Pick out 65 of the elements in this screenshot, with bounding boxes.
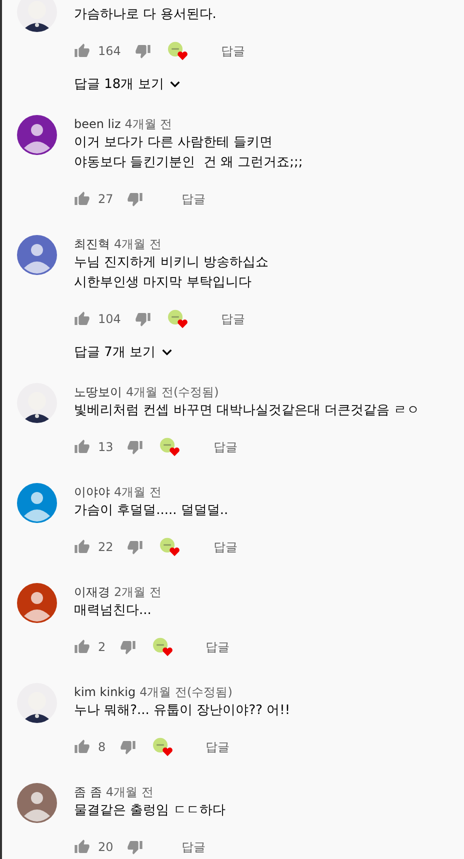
like-count: 13 — [98, 440, 114, 454]
view-replies-label: 답글 18개 보기 — [74, 76, 164, 93]
avatar[interactable] — [17, 783, 57, 823]
avatar[interactable] — [17, 235, 57, 275]
avatar[interactable] — [17, 583, 57, 623]
comment-time[interactable]: 4개월 전 — [124, 115, 172, 133]
reply-button[interactable]: 답글 — [216, 308, 249, 330]
reply-button[interactable]: 답글 — [202, 736, 234, 758]
thumbs-down-icon[interactable] — [127, 439, 144, 455]
comment-text: 빛베리처럼 컨셉 바꾸면 대박나실것같은대 더큰것같음 ㄹㅇ — [74, 402, 421, 420]
thumbs-up-icon[interactable] — [74, 739, 90, 755]
comment-text: 이거 보다가 다른 사람한테 들키면 야동보다 들킨기분인 건 왜 그런거죠;;; — [74, 134, 304, 172]
view-replies-button[interactable]: 답글 18개 보기 — [74, 71, 180, 97]
comment-text: 가슴이 후덜덜..... 덜덜덜.. — [74, 502, 230, 520]
comment-time[interactable]: 4개월 전(수정됨) — [140, 683, 232, 701]
like-count: 8 — [98, 740, 106, 754]
reply-button[interactable]: 답글 — [202, 636, 234, 658]
thumbs-up-icon[interactable] — [74, 43, 90, 59]
chevron-down-icon — [170, 80, 180, 88]
comment-time[interactable]: 2개월 전 — [114, 583, 162, 601]
author-name[interactable]: 이야야 — [74, 483, 110, 501]
reply-button[interactable]: 답글 — [177, 836, 210, 858]
author-name[interactable]: kim kinkig — [74, 683, 136, 701]
thumbs-up-icon[interactable] — [74, 311, 90, 327]
thumbs-up-icon[interactable] — [74, 639, 90, 655]
view-replies-label: 답글 7개 보기 — [74, 344, 156, 361]
comment-text: 매력넘친다... — [74, 602, 152, 620]
comment-time[interactable]: 4개월 전 — [114, 483, 162, 501]
like-count: 164 — [98, 44, 121, 58]
thumbs-up-icon[interactable] — [74, 539, 90, 555]
reply-button[interactable]: 답글 — [209, 536, 242, 558]
author-name[interactable]: 이재경 — [74, 583, 110, 601]
comment-time[interactable]: 4개월 전(수정됨) — [126, 383, 219, 401]
avatar[interactable] — [17, 483, 57, 523]
view-replies-button[interactable]: 답글 7개 보기 — [74, 339, 172, 365]
comment-text: 가슴하나로 다 용서된다. — [74, 6, 218, 24]
like-count: 27 — [98, 192, 114, 206]
thumbs-down-icon[interactable] — [134, 43, 151, 59]
thumbs-down-icon[interactable] — [120, 739, 136, 755]
comment-text: 누나 뭐해?... 유툽이 장난이야?? 어!! — [74, 702, 292, 720]
thumbs-down-icon[interactable] — [120, 639, 136, 655]
author-name[interactable]: been liz — [74, 115, 121, 133]
comment-time[interactable]: 4개월 전 — [106, 783, 154, 801]
reply-button[interactable]: 답글 — [209, 436, 242, 458]
thumbs-up-icon[interactable] — [74, 439, 90, 455]
avatar[interactable] — [17, 115, 57, 155]
author-name[interactable]: 노땅보이 — [74, 383, 122, 401]
reply-button[interactable]: 답글 — [177, 188, 210, 210]
author-name[interactable]: 좀 좀 — [74, 783, 102, 801]
like-count: 2 — [98, 640, 106, 654]
thumbs-up-icon[interactable] — [74, 191, 90, 207]
comment-text: 물결같은 출렁임 ㄷㄷ하다 — [74, 802, 226, 820]
thumbs-up-icon[interactable] — [74, 839, 90, 855]
like-count: 20 — [98, 840, 114, 854]
like-count: 104 — [98, 312, 121, 326]
author-name[interactable]: 최진혁 — [74, 235, 110, 253]
comment-text: 누님 진지하게 비키니 방송하십쇼 시한부인생 마지막 부탁입니다 — [74, 254, 270, 292]
thumbs-down-icon[interactable] — [134, 311, 151, 327]
thumbs-down-icon[interactable] — [127, 539, 144, 555]
chevron-down-icon — [162, 348, 172, 356]
reply-button[interactable]: 답글 — [216, 40, 249, 62]
comment-time[interactable]: 4개월 전 — [114, 235, 162, 253]
like-count: 22 — [98, 540, 114, 554]
thumbs-down-icon[interactable] — [127, 191, 144, 207]
thumbs-down-icon[interactable] — [127, 839, 144, 855]
